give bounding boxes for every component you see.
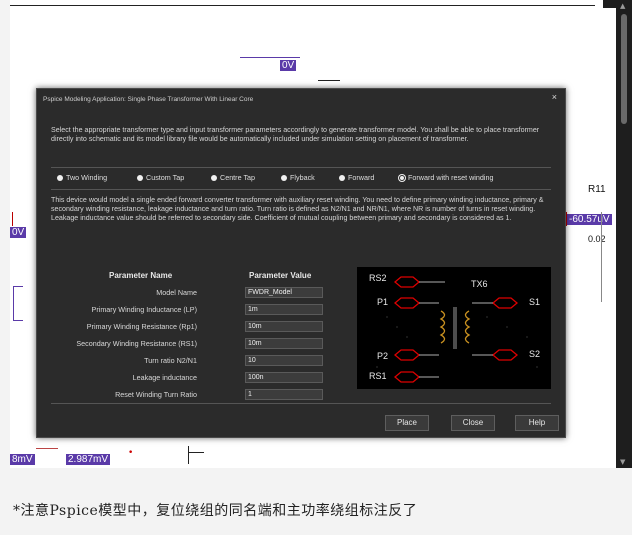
schematic-wire (240, 57, 300, 58)
screenshot-area: 0V 0V R11 -60.57uV 0.02 8mV 2.987mV • ▲ … (10, 0, 632, 468)
param-row: Leakage inductance 100n (65, 372, 335, 384)
param-label: Primary Winding Resistance (Rp1) (86, 322, 197, 331)
radio-forward-reset[interactable]: Forward with reset winding (399, 173, 494, 182)
radio-centre-tap[interactable]: Centre Tap (211, 173, 255, 182)
annotation-note: *注意Pspice模型中，复位绕组的同名端和主功率绕组标注反了 (13, 503, 418, 519)
scroll-down-icon[interactable]: ▼ (620, 458, 625, 466)
param-label: Secondary Winding Resistance (RS1) (76, 339, 197, 348)
divider (51, 403, 551, 404)
radio-icon (211, 174, 217, 181)
divider (51, 189, 551, 190)
schematic-wire (318, 80, 340, 81)
radio-icon (137, 174, 143, 181)
param-label: Primary Winding Inductance (LP) (91, 305, 197, 314)
radio-label: Custom Tap (146, 173, 185, 182)
param-label: Leakage inductance (132, 373, 197, 382)
schematic-wire (13, 320, 23, 321)
resistor-label: R11 (588, 184, 606, 195)
radio-icon (57, 174, 63, 181)
schematic-wire (566, 212, 567, 226)
pin-label-rs1: RS1 (369, 371, 387, 381)
param-input-model-name[interactable]: FWDR_Model (245, 287, 323, 298)
param-label: Turn ratio N2/N1 (144, 356, 197, 365)
radio-label: Forward (348, 173, 375, 182)
pin-label-s2: S2 (529, 349, 541, 359)
radio-label: Centre Tap (220, 173, 256, 182)
param-row: Model Name FWDR_Model (65, 287, 335, 299)
voltage-marker: 0V (280, 60, 297, 71)
radio-icon (281, 174, 287, 181)
schematic-wire (36, 448, 58, 449)
schematic-wire (10, 5, 595, 6)
param-input-reset-ratio[interactable]: 1 (245, 389, 323, 400)
pin-label-p2: P2 (377, 351, 389, 361)
param-input-lp[interactable]: 1m (245, 304, 323, 315)
vertical-scrollbar[interactable]: ▲ ▼ (616, 0, 632, 468)
schematic-wire (13, 286, 23, 287)
schematic-wire (188, 452, 204, 453)
schematic-wire (601, 212, 602, 302)
param-label: Reset Winding Turn Ratio (115, 390, 197, 399)
param-row: Primary Winding Resistance (Rp1) 10m (65, 321, 335, 333)
scroll-up-icon[interactable]: ▲ (620, 2, 625, 10)
radio-icon (339, 174, 345, 181)
transformer-type-group: Two Winding Custom Tap Centre Tap Flybac… (57, 173, 557, 185)
radio-selected-icon (399, 174, 405, 181)
radio-two-winding[interactable]: Two Winding (57, 173, 107, 182)
radio-label: Two Winding (66, 173, 108, 182)
radio-forward[interactable]: Forward (339, 173, 374, 182)
pin-label-rs2: RS2 (369, 273, 387, 283)
param-row: Reset Winding Turn Ratio 1 (65, 389, 335, 401)
param-label: Model Name (156, 288, 197, 297)
param-row: Turn ratio N2/N1 10 (65, 355, 335, 367)
probe-marker: • (128, 448, 134, 458)
voltage-marker: 8mV (10, 454, 35, 465)
param-name-header: Parameter Name (109, 271, 173, 280)
intro-text: Select the appropriate transformer type … (51, 126, 540, 144)
schematic-wire (12, 212, 13, 226)
param-input-rs1[interactable]: 10m (245, 338, 323, 349)
voltage-marker: -60.57uV (567, 214, 612, 225)
param-row: Secondary Winding Resistance (RS1) 10m (65, 338, 335, 350)
resistor-value: 0.02 (588, 234, 606, 244)
help-button[interactable]: Help (515, 415, 559, 431)
radio-custom-tap[interactable]: Custom Tap (137, 173, 184, 182)
divider (51, 167, 551, 168)
param-input-leakage[interactable]: 100n (245, 372, 323, 383)
param-row: Primary Winding Inductance (LP) 1m (65, 304, 335, 316)
pin-label-s1: S1 (529, 297, 541, 307)
radio-label: Flyback (290, 173, 315, 182)
schematic-wire (188, 446, 189, 464)
scroll-thumb[interactable] (621, 14, 627, 124)
param-value-header: Parameter Value (249, 271, 312, 280)
voltage-marker: 0V (10, 227, 27, 238)
window-edge (603, 0, 617, 8)
param-input-rp1[interactable]: 10m (245, 321, 323, 332)
close-icon[interactable]: × (552, 92, 557, 102)
voltage-marker: 2.987mV (66, 454, 111, 465)
description-text: This device would model a single ended f… (51, 196, 544, 223)
ref-label-tx6: TX6 (471, 279, 488, 289)
param-input-turn-ratio[interactable]: 10 (245, 355, 323, 366)
schematic-wire (13, 286, 14, 320)
transformer-model-dialog: Pspice Modeling Application: Single Phas… (36, 88, 566, 438)
radio-flyback[interactable]: Flyback (281, 173, 315, 182)
pin-label-p1: P1 (377, 297, 389, 307)
place-button[interactable]: Place (385, 415, 429, 431)
transformer-preview: RS2 P1 TX6 S1 P2 S2 RS1 (357, 267, 551, 389)
radio-label: Forward with reset winding (408, 173, 494, 182)
dialog-title: Pspice Modeling Application: Single Phas… (43, 96, 254, 103)
close-button[interactable]: Close (451, 415, 495, 431)
